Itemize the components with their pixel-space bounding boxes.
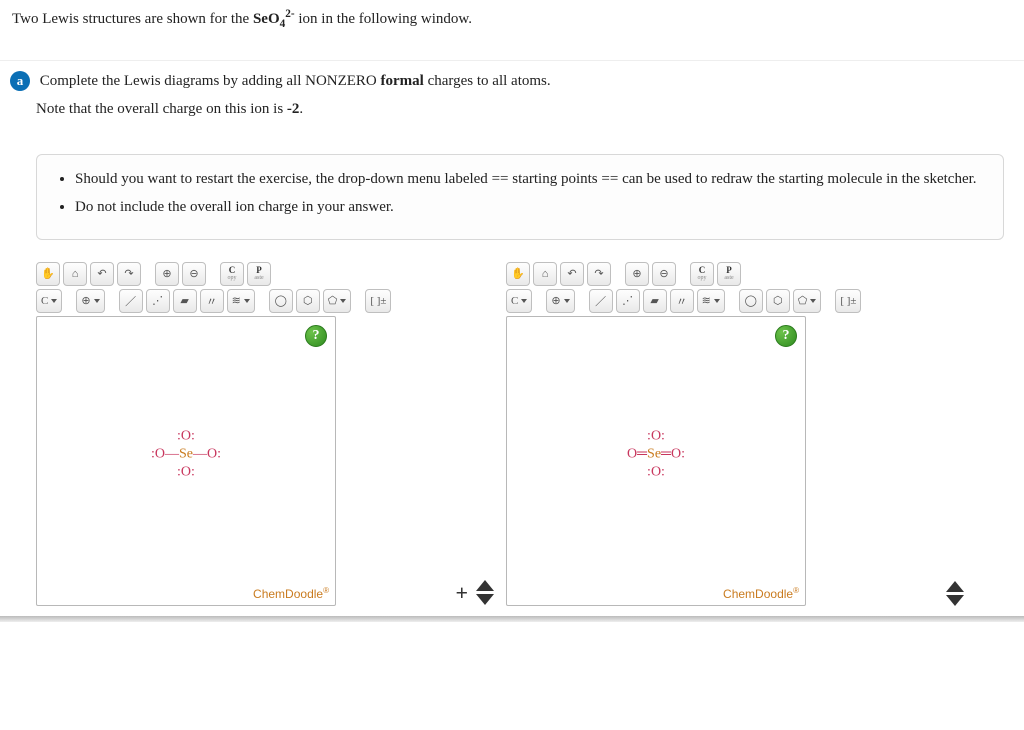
undo-icon[interactable]: ↶ xyxy=(560,262,584,286)
intro-text: Two Lewis structures are shown for the S… xyxy=(0,0,1024,61)
move-up-icon[interactable] xyxy=(476,580,494,591)
drawing-canvas-right[interactable]: ? :O: O═Se═O: :O: ChemDoodle® xyxy=(506,316,806,606)
pentagon-ring-icon[interactable]: ⬠ xyxy=(793,289,822,313)
instruction-line-2: Note that the overall charge on this ion… xyxy=(36,101,303,117)
redo-icon[interactable]: ↷ xyxy=(587,262,611,286)
zoom-in-icon[interactable]: ⊕ xyxy=(155,262,179,286)
home-icon[interactable]: ⌂ xyxy=(63,262,87,286)
toolbar-row-2: C ⊕ ／ ⋰ ▰ 〃 ≋ ◯ ⬡ ⬠ [ ]± xyxy=(36,289,436,313)
element-picker[interactable]: C xyxy=(506,289,532,313)
help-button[interactable]: ? xyxy=(775,325,797,347)
single-bond-icon[interactable]: ／ xyxy=(589,289,613,313)
charge-button[interactable]: ⊕ xyxy=(546,289,574,313)
hand-tool-icon[interactable]: ✋ xyxy=(506,262,530,286)
double-bond-icon[interactable]: 〃 xyxy=(670,289,694,313)
molecule-left: :O: :O—Se—O: :O: xyxy=(151,427,221,482)
zoom-out-icon[interactable]: ⊖ xyxy=(182,262,206,286)
add-sketcher-button[interactable]: + xyxy=(455,580,468,606)
chemdoodle-brand: ChemDoodle® xyxy=(253,586,329,601)
element-picker[interactable]: C xyxy=(36,289,62,313)
hint-2: Do not include the overall ion charge in… xyxy=(75,197,985,219)
ring-icon[interactable]: ◯ xyxy=(739,289,763,313)
wedge-bond-icon[interactable]: ▰ xyxy=(643,289,667,313)
hint-1: Should you want to restart the exercise,… xyxy=(75,169,985,191)
bottom-shadow xyxy=(0,616,1024,622)
hexagon-ring-icon[interactable]: ⬡ xyxy=(296,289,320,313)
sketcher-left: ✋ ⌂ ↶ ↷ ⊕ ⊖ Copy Paste C ⊕ ／ ⋰ ▰ 〃 ≋ xyxy=(36,262,436,606)
move-down-icon[interactable] xyxy=(476,594,494,605)
paste-button[interactable]: Paste xyxy=(247,262,271,286)
toolbar-row-1: ✋ ⌂ ↶ ↷ ⊕ ⊖ Copy Paste xyxy=(36,262,436,286)
intro-prefix: Two Lewis structures are shown for the xyxy=(12,11,253,27)
hexagon-ring-icon[interactable]: ⬡ xyxy=(766,289,790,313)
zoom-out-icon[interactable]: ⊖ xyxy=(652,262,676,286)
molecule-right: :O: O═Se═O: :O: xyxy=(626,427,686,482)
toolbar-row-1: ✋ ⌂ ↶ ↷ ⊕ ⊖ Copy Paste xyxy=(506,262,906,286)
paste-button[interactable]: Paste xyxy=(717,262,741,286)
hints-box: Should you want to restart the exercise,… xyxy=(36,154,1004,240)
pentagon-ring-icon[interactable]: ⬠ xyxy=(323,289,352,313)
triple-bond-icon[interactable]: ≋ xyxy=(697,289,725,313)
bracket-charge-icon[interactable]: [ ]± xyxy=(365,289,391,313)
zoom-in-icon[interactable]: ⊕ xyxy=(625,262,649,286)
copy-button[interactable]: Copy xyxy=(690,262,714,286)
charge-button[interactable]: ⊕ xyxy=(76,289,104,313)
intro-suffix: ion in the following window. xyxy=(298,11,472,27)
hand-tool-icon[interactable]: ✋ xyxy=(36,262,60,286)
help-button[interactable]: ? xyxy=(305,325,327,347)
dotted-bond-icon[interactable]: ⋰ xyxy=(616,289,640,313)
copy-button[interactable]: Copy xyxy=(220,262,244,286)
dotted-bond-icon[interactable]: ⋰ xyxy=(146,289,170,313)
part-badge-a: a xyxy=(10,71,30,91)
bracket-charge-icon[interactable]: [ ]± xyxy=(835,289,861,313)
home-icon[interactable]: ⌂ xyxy=(533,262,557,286)
triple-bond-icon[interactable]: ≋ xyxy=(227,289,255,313)
drawing-canvas-left[interactable]: ? :O: :O—Se—O: :O: ChemDoodle® xyxy=(36,316,336,606)
chemdoodle-brand: ChemDoodle® xyxy=(723,586,799,601)
double-bond-icon[interactable]: 〃 xyxy=(200,289,224,313)
wedge-bond-icon[interactable]: ▰ xyxy=(173,289,197,313)
sketcher-right: ✋ ⌂ ↶ ↷ ⊕ ⊖ Copy Paste C ⊕ ／ ⋰ ▰ 〃 ≋ xyxy=(506,262,906,606)
redo-icon[interactable]: ↷ xyxy=(117,262,141,286)
toolbar-row-2: C ⊕ ／ ⋰ ▰ 〃 ≋ ◯ ⬡ ⬠ [ ]± xyxy=(506,289,906,313)
instruction-line-1: Complete the Lewis diagrams by adding al… xyxy=(40,73,551,89)
move-up-icon[interactable] xyxy=(946,581,964,592)
move-down-icon[interactable] xyxy=(946,595,964,606)
ring-icon[interactable]: ◯ xyxy=(269,289,293,313)
undo-icon[interactable]: ↶ xyxy=(90,262,114,286)
single-bond-icon[interactable]: ／ xyxy=(119,289,143,313)
